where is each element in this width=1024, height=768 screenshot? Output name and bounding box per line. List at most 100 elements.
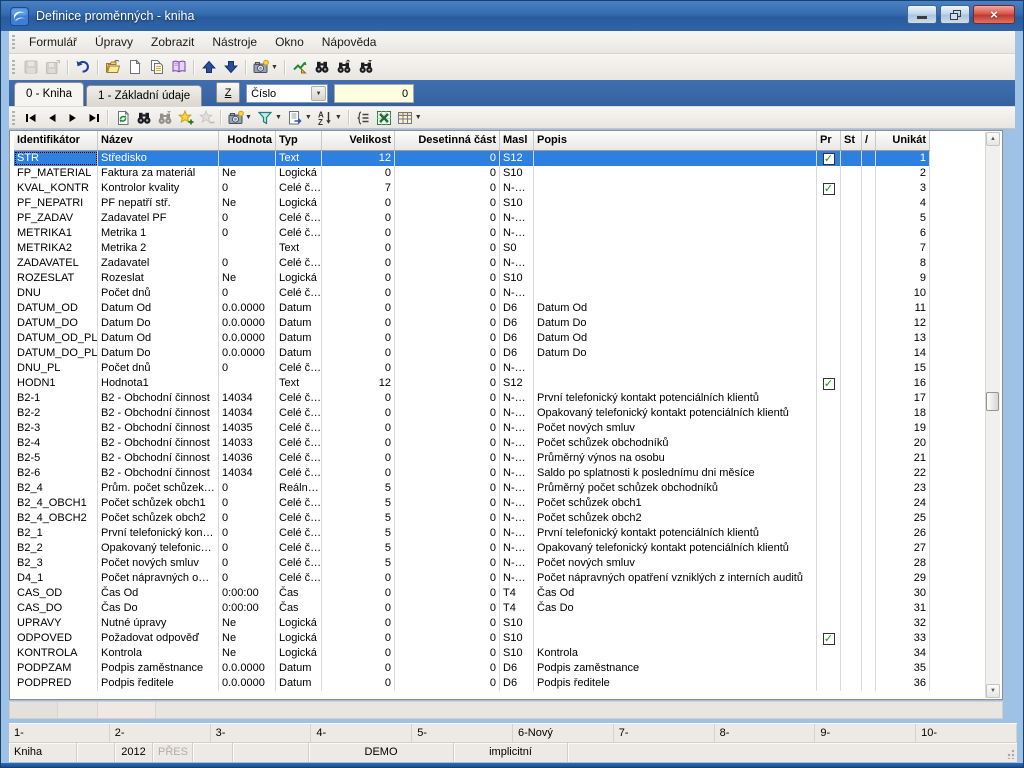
cell-typ[interactable]: Text (276, 151, 322, 166)
cell-velikost[interactable]: 0 (322, 661, 395, 676)
cell-masl[interactable]: S10 (500, 646, 534, 661)
cell-popis[interactable]: Datum Do (534, 316, 817, 331)
cell-des[interactable]: 0 (395, 451, 500, 466)
cell-unikat[interactable]: 28 (876, 556, 930, 571)
cell-velikost[interactable]: 0 (322, 331, 395, 346)
cell-nazev[interactable]: B2 - Obchodní činnost (98, 406, 219, 421)
filter-dropdown-icon[interactable]: ▼ (275, 114, 282, 121)
cell-pr[interactable]: ✓ (817, 631, 841, 646)
cell-popis[interactable]: Opakovaný telefonický kontakt potenciáln… (534, 541, 817, 556)
cell-typ[interactable]: Celé č… (276, 556, 322, 571)
table-row[interactable]: B2-5B2 - Obchodní činnost14036Celé č…00N… (14, 451, 930, 466)
cell-unikat[interactable]: 24 (876, 496, 930, 511)
cell-popis[interactable] (534, 376, 817, 391)
cell-unikat[interactable]: 31 (876, 601, 930, 616)
cell-typ[interactable]: Celé č… (276, 361, 322, 376)
cell-velikost[interactable]: 0 (322, 631, 395, 646)
cell-des[interactable]: 0 (395, 301, 500, 316)
cell-typ[interactable]: Celé č… (276, 256, 322, 271)
cell-popis[interactable]: Kontrola (534, 646, 817, 661)
cell-typ[interactable]: Datum (276, 346, 322, 361)
find-prev-button[interactable] (333, 57, 355, 77)
cell-popis[interactable] (534, 151, 817, 166)
cell-popis[interactable]: Datum Do (534, 346, 817, 361)
cell-unikat[interactable]: 6 (876, 226, 930, 241)
cell-nazev[interactable]: Opakovaný telefonic… (98, 541, 219, 556)
cell-nazev[interactable]: Faktura za materiál (98, 166, 219, 181)
cell-des[interactable]: 0 (395, 391, 500, 406)
cell-masl[interactable]: N-… (500, 496, 534, 511)
cell-velikost[interactable]: 5 (322, 541, 395, 556)
cell-typ[interactable]: Datum (276, 676, 322, 691)
cell-typ[interactable]: Celé č… (276, 391, 322, 406)
cell-pr[interactable] (817, 331, 841, 346)
snapshot-button[interactable] (225, 109, 246, 127)
vertical-scrollbar[interactable]: ▲ ▼ (985, 132, 1000, 698)
table-row[interactable]: PODPZAMPodpis zaměstnance0.0.0000Datum00… (14, 661, 930, 676)
cell-hodnota[interactable]: Ne (219, 196, 276, 211)
cell-velikost[interactable]: 0 (322, 406, 395, 421)
cell-unikat[interactable]: 9 (876, 271, 930, 286)
cell-typ[interactable]: Čas (276, 586, 322, 601)
undo-button[interactable] (72, 57, 94, 77)
cell-id[interactable]: D4_1 (14, 571, 98, 586)
cell-slash[interactable] (862, 541, 876, 556)
cell-masl[interactable]: T4 (500, 586, 534, 601)
cell-id[interactable]: DNU_PL (14, 361, 98, 376)
cell-st[interactable] (841, 376, 862, 391)
cell-velikost[interactable]: 0 (322, 256, 395, 271)
book-button[interactable] (168, 57, 190, 77)
cell-hodnota[interactable]: 14036 (219, 451, 276, 466)
cell-velikost[interactable]: 5 (322, 556, 395, 571)
cell-typ[interactable]: Logická (276, 646, 322, 661)
cell-hodnota[interactable]: 0 (219, 541, 276, 556)
table-row[interactable]: B2_3Počet nových smluv0Celé č…50N-…Počet… (14, 556, 930, 571)
open-button[interactable] (102, 57, 124, 77)
cell-pr[interactable] (817, 616, 841, 631)
table-row[interactable]: KONTROLAKontrolaNeLogická00S10Kontrola34 (14, 646, 930, 661)
cell-slash[interactable] (862, 496, 876, 511)
cell-id[interactable]: B2_1 (14, 526, 98, 541)
cell-nazev[interactable]: Středisko (98, 151, 219, 166)
cell-velikost[interactable]: 0 (322, 586, 395, 601)
menu-okno[interactable]: Okno (266, 31, 313, 53)
cell-velikost[interactable]: 0 (322, 676, 395, 691)
cell-popis[interactable] (534, 256, 817, 271)
cell-velikost[interactable]: 0 (322, 166, 395, 181)
cell-unikat[interactable]: 7 (876, 241, 930, 256)
table-row[interactable]: B2-6B2 - Obchodní činnost14034Celé č…00N… (14, 466, 930, 481)
table-row[interactable]: B2-2B2 - Obchodní činnost14034Celé č…00N… (14, 406, 930, 421)
cell-pr[interactable] (817, 556, 841, 571)
cell-des[interactable]: 0 (395, 571, 500, 586)
cell-st[interactable] (841, 406, 862, 421)
snapshot-dropdown-icon[interactable]: ▼ (271, 64, 278, 71)
fkey-2-button[interactable]: 2- (110, 724, 211, 742)
cell-unikat[interactable]: 27 (876, 541, 930, 556)
filter-value-input[interactable]: 0 (334, 84, 414, 103)
cell-id[interactable]: DATUM_DO (14, 316, 98, 331)
cell-masl[interactable]: S10 (500, 271, 534, 286)
cell-id[interactable]: B2_4_OBCH2 (14, 511, 98, 526)
cell-typ[interactable]: Datum (276, 661, 322, 676)
cell-st[interactable] (841, 466, 862, 481)
cell-slash[interactable] (862, 586, 876, 601)
cell-masl[interactable]: T4 (500, 601, 534, 616)
cell-popis[interactable]: Průměrný výnos na osobu (534, 451, 817, 466)
cell-st[interactable] (841, 661, 862, 676)
cell-unikat[interactable]: 35 (876, 661, 930, 676)
cell-hodnota[interactable]: 0 (219, 361, 276, 376)
cell-slash[interactable] (862, 271, 876, 286)
cell-typ[interactable]: Celé č… (276, 286, 322, 301)
first-record-button[interactable] (20, 109, 41, 127)
fkey-3-button[interactable]: 3- (211, 724, 312, 742)
table-row[interactable]: STRStřediskoText120S12✓1 (14, 151, 930, 166)
cell-id[interactable]: UPRAVY (14, 616, 98, 631)
cell-id[interactable]: DATUM_OD_PL (14, 331, 98, 346)
cell-pr[interactable] (817, 496, 841, 511)
cell-velikost[interactable]: 5 (322, 496, 395, 511)
cell-slash[interactable] (862, 331, 876, 346)
find-button[interactable] (133, 109, 154, 127)
cell-st[interactable] (841, 286, 862, 301)
cell-popis[interactable] (534, 616, 817, 631)
cell-hodnota[interactable]: 0.0.0000 (219, 301, 276, 316)
